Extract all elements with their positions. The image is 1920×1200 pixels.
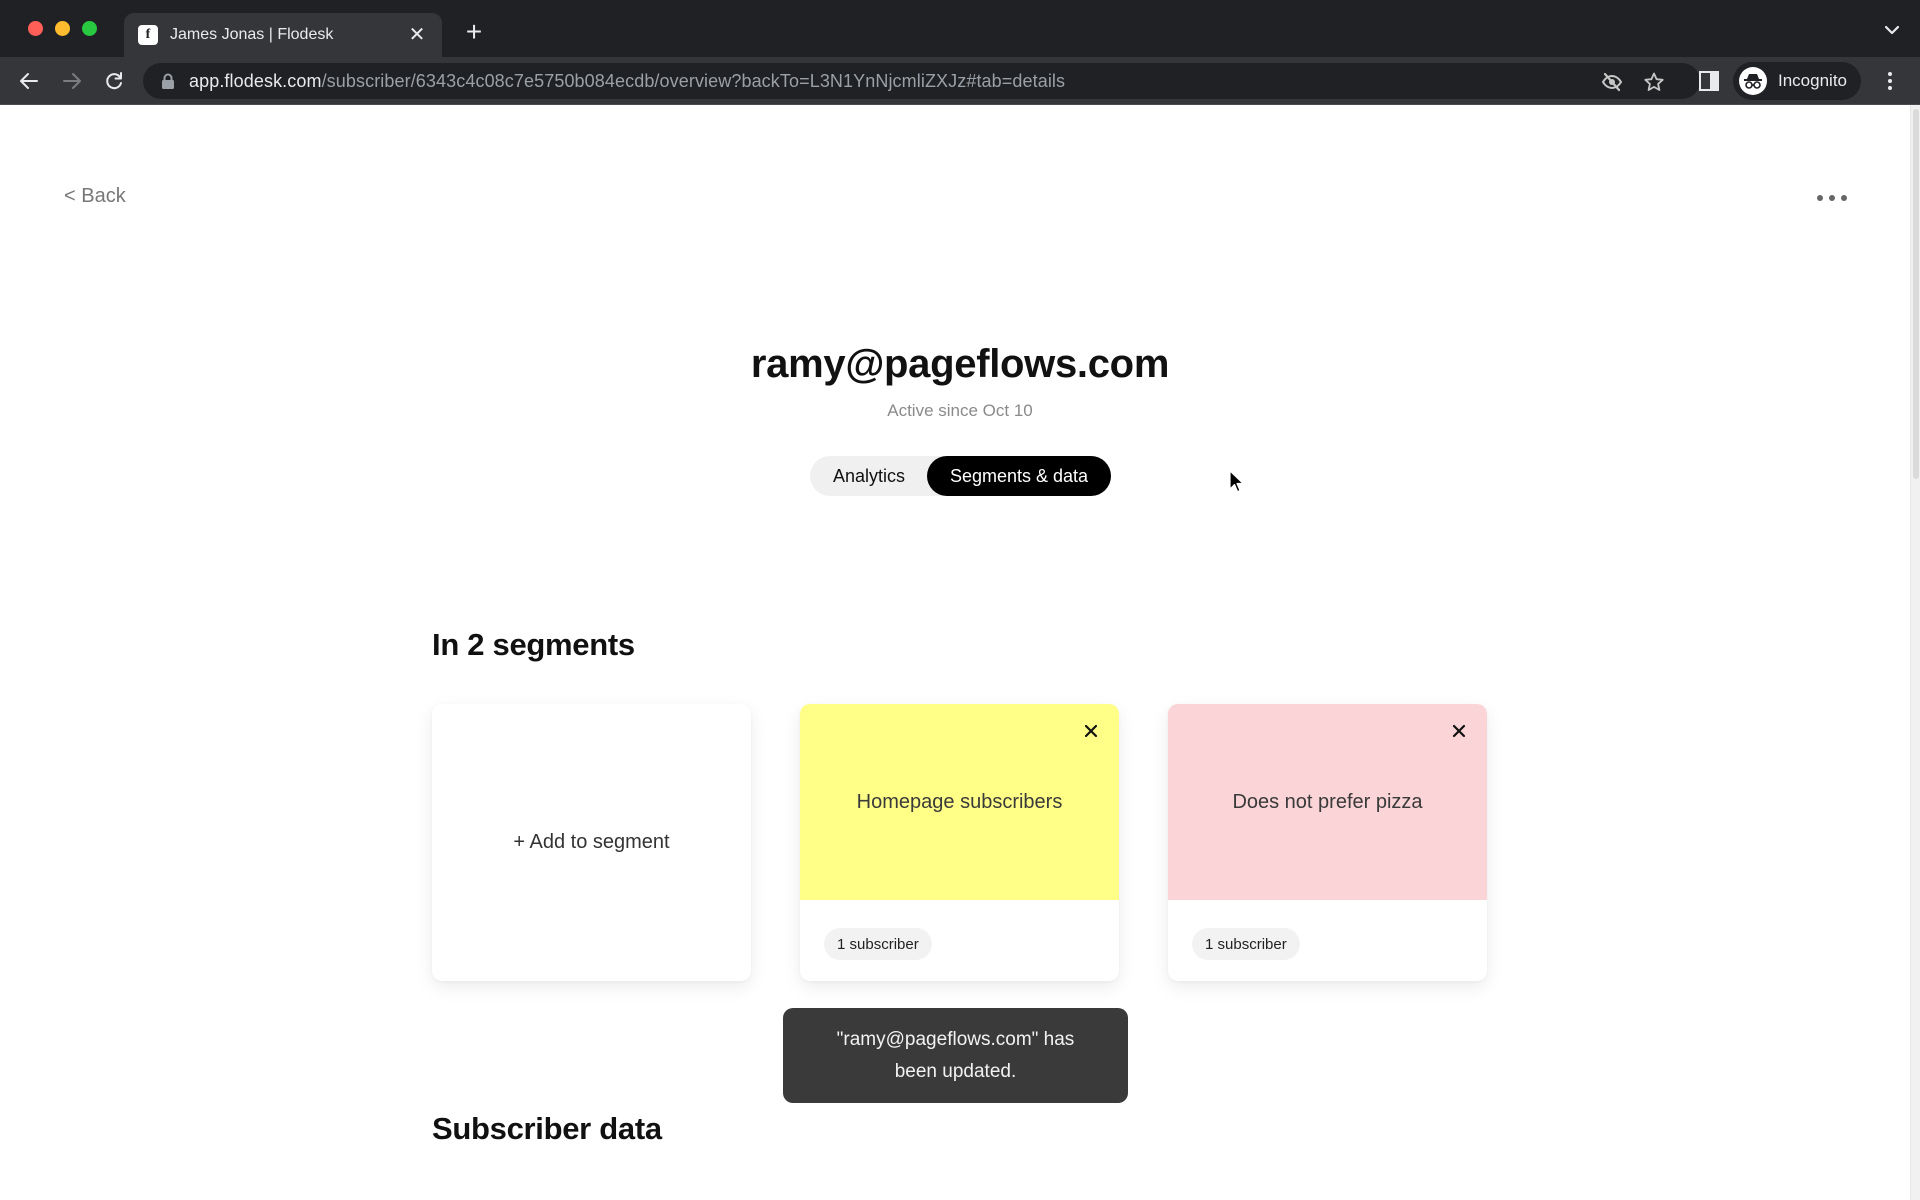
segment-card[interactable]: Homepage subscribers 1 subscriber: [800, 704, 1119, 981]
tab-analytics[interactable]: Analytics: [810, 456, 928, 496]
segment-name: Does not prefer pizza: [1232, 790, 1423, 813]
subscriber-data-heading: Subscriber data: [432, 1111, 662, 1146]
new-tab-button[interactable]: +: [459, 17, 489, 47]
scrollbar-thumb[interactable]: [1913, 109, 1919, 479]
window-maximize-button[interactable]: [82, 21, 97, 36]
arrow-right-icon: [63, 73, 81, 89]
update-toast: "ramy@pageflows.com" has been updated.: [783, 1008, 1128, 1103]
tab-segments-and-data[interactable]: Segments & data: [927, 456, 1111, 496]
add-to-segment-card[interactable]: + Add to segment: [432, 704, 751, 981]
incognito-icon: [1739, 67, 1767, 95]
browser-toolbar: app.flodesk.com/subscriber/6343c4c08c7e5…: [0, 57, 1920, 105]
bookmark-star-icon[interactable]: [1643, 71, 1665, 93]
url-text: app.flodesk.com/subscriber/6343c4c08c7e5…: [189, 71, 1065, 92]
window-close-button[interactable]: [28, 21, 43, 36]
profile-label: Incognito: [1778, 71, 1847, 90]
mouse-cursor-icon: [1229, 470, 1244, 493]
segments-heading: In 2 segments: [432, 627, 635, 662]
remove-segment-close-icon[interactable]: [1449, 721, 1469, 741]
segment-color-area: Homepage subscribers: [800, 704, 1119, 900]
tab-search-chevron-down-icon[interactable]: [1882, 20, 1902, 40]
subscriber-page: < Back ramy@pageflows.com Active since O…: [0, 105, 1910, 1200]
segment-color-area: Does not prefer pizza: [1168, 704, 1487, 900]
lock-icon: [162, 73, 174, 89]
active-since-text: Active since Oct 10: [887, 401, 1033, 420]
window-minimize-button[interactable]: [55, 21, 70, 36]
subscriber-email-title: ramy@pageflows.com: [750, 342, 1170, 386]
browser-tab[interactable]: f James Jonas | Flodesk ✕: [124, 13, 442, 57]
eye-off-icon[interactable]: [1601, 71, 1623, 93]
back-link[interactable]: < Back: [64, 185, 126, 208]
add-to-segment-label: + Add to segment: [513, 831, 670, 853]
remove-segment-close-icon[interactable]: [1081, 721, 1101, 741]
incognito-profile-button[interactable]: Incognito: [1733, 62, 1861, 100]
flodesk-favicon-icon: f: [138, 25, 158, 45]
subscriber-count-badge: 1 subscriber: [824, 928, 932, 960]
url-path: /subscriber/6343c4c08c7e5750b084ecdb/ove…: [321, 70, 1066, 91]
reload-icon: [106, 72, 122, 90]
arrow-left-icon: [20, 73, 38, 89]
browser-tab-bar: f James Jonas | Flodesk ✕ +: [0, 0, 1920, 57]
address-bar[interactable]: app.flodesk.com/subscriber/6343c4c08c7e5…: [143, 63, 1700, 99]
segment-card[interactable]: Does not prefer pizza 1 subscriber: [1168, 704, 1487, 981]
more-options-icon[interactable]: [1817, 191, 1847, 205]
url-host: app.flodesk.com: [189, 70, 322, 91]
forward-nav-button[interactable]: [58, 67, 86, 95]
subscriber-count-badge: 1 subscriber: [1192, 928, 1300, 960]
tab-close-icon[interactable]: ✕: [406, 24, 428, 46]
browser-menu-icon[interactable]: [1880, 69, 1900, 93]
segment-name: Homepage subscribers: [856, 790, 1063, 813]
back-nav-button[interactable]: [15, 67, 43, 95]
reload-button[interactable]: [100, 67, 128, 95]
side-panel-icon[interactable]: [1698, 70, 1720, 92]
view-toggle: Analytics Segments & data: [810, 456, 1111, 496]
page-scrollbar[interactable]: [1910, 105, 1920, 1200]
tab-title: James Jonas | Flodesk: [170, 26, 334, 43]
